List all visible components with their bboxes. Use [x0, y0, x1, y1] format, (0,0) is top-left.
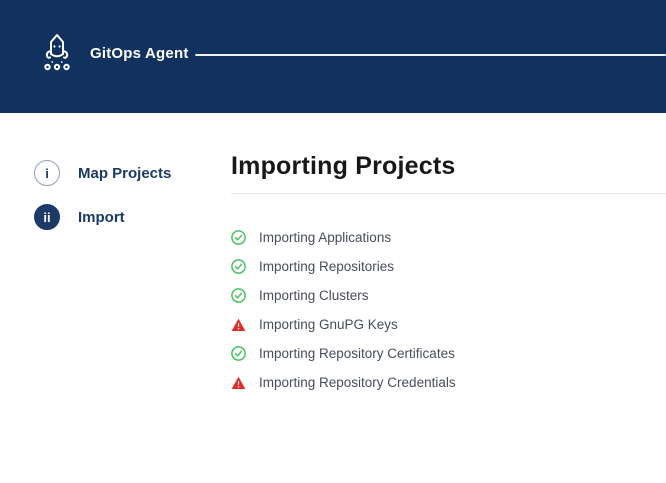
- status-row-gnupg-keys: Importing GnuPG Keys: [231, 310, 666, 339]
- step-number-circle: ii: [34, 204, 60, 230]
- status-label: Importing Repository Credentials: [259, 375, 456, 390]
- check-circle-icon: [231, 346, 246, 361]
- check-circle-icon: [231, 230, 246, 245]
- app-header: GitOps Agent: [0, 0, 666, 113]
- status-label: Importing Repositories: [259, 259, 394, 274]
- title-divider-line: [231, 193, 666, 194]
- import-wizard-page: GitOps Agent i Map Projects ii Import Im…: [0, 0, 666, 483]
- check-circle-icon: [231, 259, 246, 274]
- status-label: Importing Repository Certificates: [259, 346, 455, 361]
- status-row-repositories: Importing Repositories: [231, 252, 666, 281]
- argo-squid-icon: [39, 31, 75, 73]
- status-label: Importing Clusters: [259, 288, 369, 303]
- status-label: Importing Applications: [259, 230, 391, 245]
- status-row-repository-credentials: Importing Repository Credentials: [231, 368, 666, 397]
- status-row-repository-certificates: Importing Repository Certificates: [231, 339, 666, 368]
- wizard-step-label: Import: [78, 209, 125, 226]
- wizard-step-map-projects[interactable]: i Map Projects: [34, 160, 214, 186]
- wizard-step-import[interactable]: ii Import: [34, 204, 214, 230]
- wizard-step-label: Map Projects: [78, 165, 171, 182]
- wizard-steps-sidebar: i Map Projects ii Import: [34, 160, 214, 248]
- status-label: Importing GnuPG Keys: [259, 317, 398, 332]
- app-title: GitOps Agent: [90, 45, 189, 63]
- import-status-panel: Importing Projects Importing Application…: [231, 150, 666, 397]
- header-divider-line: [195, 54, 666, 56]
- page-title: Importing Projects: [231, 150, 666, 182]
- step-number-circle: i: [34, 160, 60, 186]
- status-row-applications: Importing Applications: [231, 223, 666, 252]
- warning-triangle-icon: [231, 317, 246, 332]
- status-row-clusters: Importing Clusters: [231, 281, 666, 310]
- check-circle-icon: [231, 288, 246, 303]
- import-status-list: Importing Applications Importing Reposit…: [231, 223, 666, 397]
- warning-triangle-icon: [231, 375, 246, 390]
